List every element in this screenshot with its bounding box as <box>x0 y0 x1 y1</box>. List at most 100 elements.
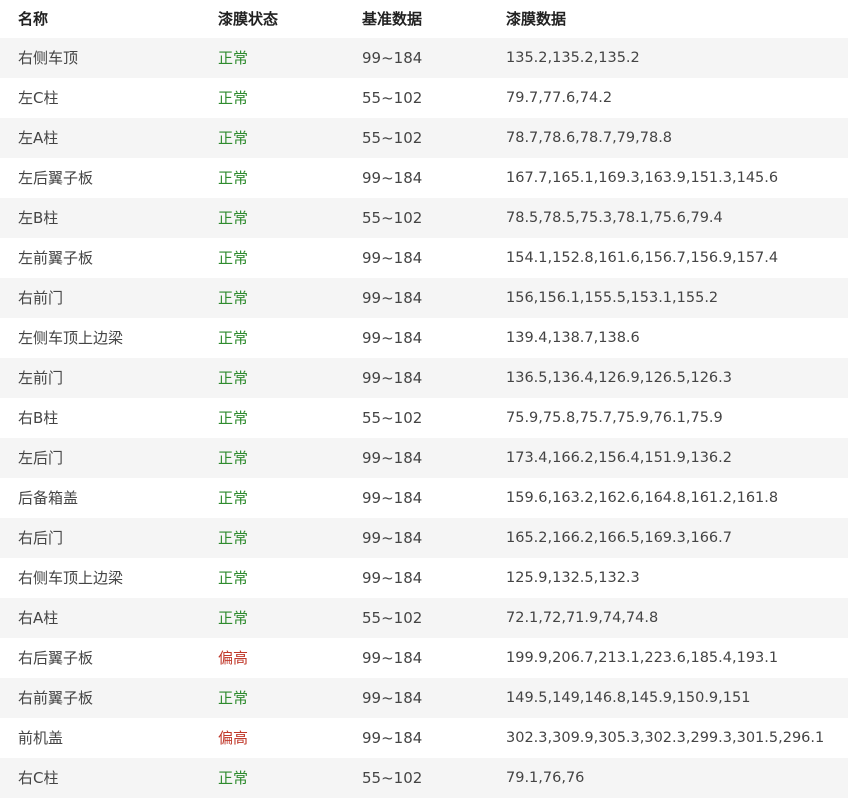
table-row: 右前翼子板 正常 99~184 149.5,149,146.8,145.9,150.9… <box>0 678 848 718</box>
row-data: 135.2,135.2,135.2 <box>506 50 640 66</box>
row-name: 左B柱 <box>18 209 59 227</box>
row-reference: 99~184 <box>362 649 423 667</box>
row-reference: 99~184 <box>362 289 423 307</box>
row-data: 199.9,206.7,213.1,223.6,185.4,193.1 <box>506 650 779 666</box>
table-row: 左A柱 正常 55~102 78.7,78.6,78.7,79,78.8 <box>0 118 848 158</box>
row-status: 偏高 <box>218 729 249 747</box>
table-row: 左B柱 正常 55~102 78.5,78.5,75.3,78.1,75.6,79.4 <box>0 198 848 238</box>
row-name: 左后门 <box>18 449 64 467</box>
row-data: 79.7,77.6,74.2 <box>506 90 613 106</box>
row-reference: 55~102 <box>362 89 423 107</box>
row-data: 136.5,136.4,126.9,126.5,126.3 <box>506 370 732 386</box>
row-status: 正常 <box>218 489 249 507</box>
table-header-row: 名称 漆膜状态 基准数据 漆膜数据 <box>0 0 848 38</box>
row-reference: 55~102 <box>362 209 423 227</box>
row-status: 正常 <box>218 529 249 547</box>
row-data: 78.7,78.6,78.7,79,78.8 <box>506 130 673 146</box>
row-status: 偏高 <box>218 649 249 667</box>
row-reference: 99~184 <box>362 569 423 587</box>
row-data: 72.1,72,71.9,74,74.8 <box>506 610 659 626</box>
row-data: 302.3,309.9,305.3,302.3,299.3,301.5,296.… <box>506 730 825 746</box>
table-row: 右后门 正常 99~184 165.2,166.2,166.5,169.3,166.7 <box>0 518 848 558</box>
row-status: 正常 <box>218 129 249 147</box>
table-row: 右A柱 正常 55~102 72.1,72,71.9,74,74.8 <box>0 598 848 638</box>
row-data: 139.4,138.7,138.6 <box>506 330 640 346</box>
row-data: 156,156.1,155.5,153.1,155.2 <box>506 290 719 306</box>
row-reference: 99~184 <box>362 249 423 267</box>
row-name: 左侧车顶上边梁 <box>18 329 124 347</box>
row-reference: 99~184 <box>362 489 423 507</box>
table-row: 右侧车顶 正常 99~184 135.2,135.2,135.2 <box>0 38 848 78</box>
row-status: 正常 <box>218 409 249 427</box>
row-data: 79.1,76,76 <box>506 770 585 786</box>
row-data: 167.7,165.1,169.3,163.9,151.3,145.6 <box>506 170 779 186</box>
row-reference: 55~102 <box>362 609 423 627</box>
row-status: 正常 <box>218 169 249 187</box>
row-name: 前机盖 <box>18 729 64 747</box>
row-name: 右前翼子板 <box>18 689 94 707</box>
row-data: 173.4,166.2,156.4,151.9,136.2 <box>506 450 732 466</box>
row-name: 左前翼子板 <box>18 249 94 267</box>
row-reference: 99~184 <box>362 49 423 67</box>
row-name: 右侧车顶上边梁 <box>18 569 124 587</box>
row-status: 正常 <box>218 289 249 307</box>
row-status: 正常 <box>218 449 249 467</box>
row-name: 左后翼子板 <box>18 169 94 187</box>
row-name: 左前门 <box>18 369 64 387</box>
table-row: 左后翼子板 正常 99~184 167.7,165.1,169.3,163.9,151… <box>0 158 848 198</box>
table-body: 右侧车顶 正常 99~184 135.2,135.2,135.2 左C柱 正常 55~102… <box>0 38 848 798</box>
header-status: 漆膜状态 <box>218 10 279 28</box>
row-reference: 55~102 <box>362 409 423 427</box>
table-row: 右前门 正常 99~184 156,156.1,155.5,153.1,155.2 <box>0 278 848 318</box>
row-name: 右B柱 <box>18 409 59 427</box>
row-reference: 55~102 <box>362 769 423 787</box>
table-row: 右侧车顶上边梁 正常 99~184 125.9,132.5,132.3 <box>0 558 848 598</box>
table-row: 后备箱盖 正常 99~184 159.6,163.2,162.6,164.8,161.… <box>0 478 848 518</box>
row-reference: 55~102 <box>362 129 423 147</box>
row-status: 正常 <box>218 569 249 587</box>
table-row: 左后门 正常 99~184 173.4,166.2,156.4,151.9,136.2 <box>0 438 848 478</box>
row-data: 165.2,166.2,166.5,169.3,166.7 <box>506 530 732 546</box>
row-name: 右C柱 <box>18 769 59 787</box>
row-reference: 99~184 <box>362 729 423 747</box>
table-row: 左侧车顶上边梁 正常 99~184 139.4,138.7,138.6 <box>0 318 848 358</box>
table-row: 左前翼子板 正常 99~184 154.1,152.8,161.6,156.7,156… <box>0 238 848 278</box>
row-data: 125.9,132.5,132.3 <box>506 570 640 586</box>
row-status: 正常 <box>218 369 249 387</box>
row-reference: 99~184 <box>362 369 423 387</box>
row-status: 正常 <box>218 609 249 627</box>
header-name: 名称 <box>18 10 49 28</box>
row-status: 正常 <box>218 329 249 347</box>
row-reference: 99~184 <box>362 169 423 187</box>
row-data: 154.1,152.8,161.6,156.7,156.9,157.4 <box>506 250 779 266</box>
row-status: 正常 <box>218 209 249 227</box>
header-data: 漆膜数据 <box>506 10 567 28</box>
row-name: 右A柱 <box>18 609 59 627</box>
paint-thickness-table: 名称 漆膜状态 基准数据 漆膜数据 右侧车顶 正常 99~184 135.2,135.… <box>0 0 848 798</box>
row-name: 右后门 <box>18 529 64 547</box>
row-status: 正常 <box>218 689 249 707</box>
row-name: 左C柱 <box>18 89 59 107</box>
row-reference: 99~184 <box>362 529 423 547</box>
row-reference: 99~184 <box>362 449 423 467</box>
table-row: 左C柱 正常 55~102 79.7,77.6,74.2 <box>0 78 848 118</box>
header-reference: 基准数据 <box>362 10 423 28</box>
table-row: 右C柱 正常 55~102 79.1,76,76 <box>0 758 848 798</box>
table-row: 右B柱 正常 55~102 75.9,75.8,75.7,75.9,76.1,75.9 <box>0 398 848 438</box>
table-row: 左前门 正常 99~184 136.5,136.4,126.9,126.5,126.3 <box>0 358 848 398</box>
row-status: 正常 <box>218 49 249 67</box>
row-data: 75.9,75.8,75.7,75.9,76.1,75.9 <box>506 410 723 426</box>
row-data: 78.5,78.5,75.3,78.1,75.6,79.4 <box>506 210 723 226</box>
row-name: 左A柱 <box>18 129 59 147</box>
row-data: 159.6,163.2,162.6,164.8,161.2,161.8 <box>506 490 779 506</box>
row-status: 正常 <box>218 249 249 267</box>
row-reference: 99~184 <box>362 689 423 707</box>
row-status: 正常 <box>218 769 249 787</box>
row-status: 正常 <box>218 89 249 107</box>
row-reference: 99~184 <box>362 329 423 347</box>
row-name: 右前门 <box>18 289 64 307</box>
row-name: 后备箱盖 <box>18 489 79 507</box>
table-row: 前机盖 偏高 99~184 302.3,309.9,305.3,302.3,299.3… <box>0 718 848 758</box>
row-name: 右后翼子板 <box>18 649 94 667</box>
table-row: 右后翼子板 偏高 99~184 199.9,206.7,213.1,223.6,185… <box>0 638 848 678</box>
